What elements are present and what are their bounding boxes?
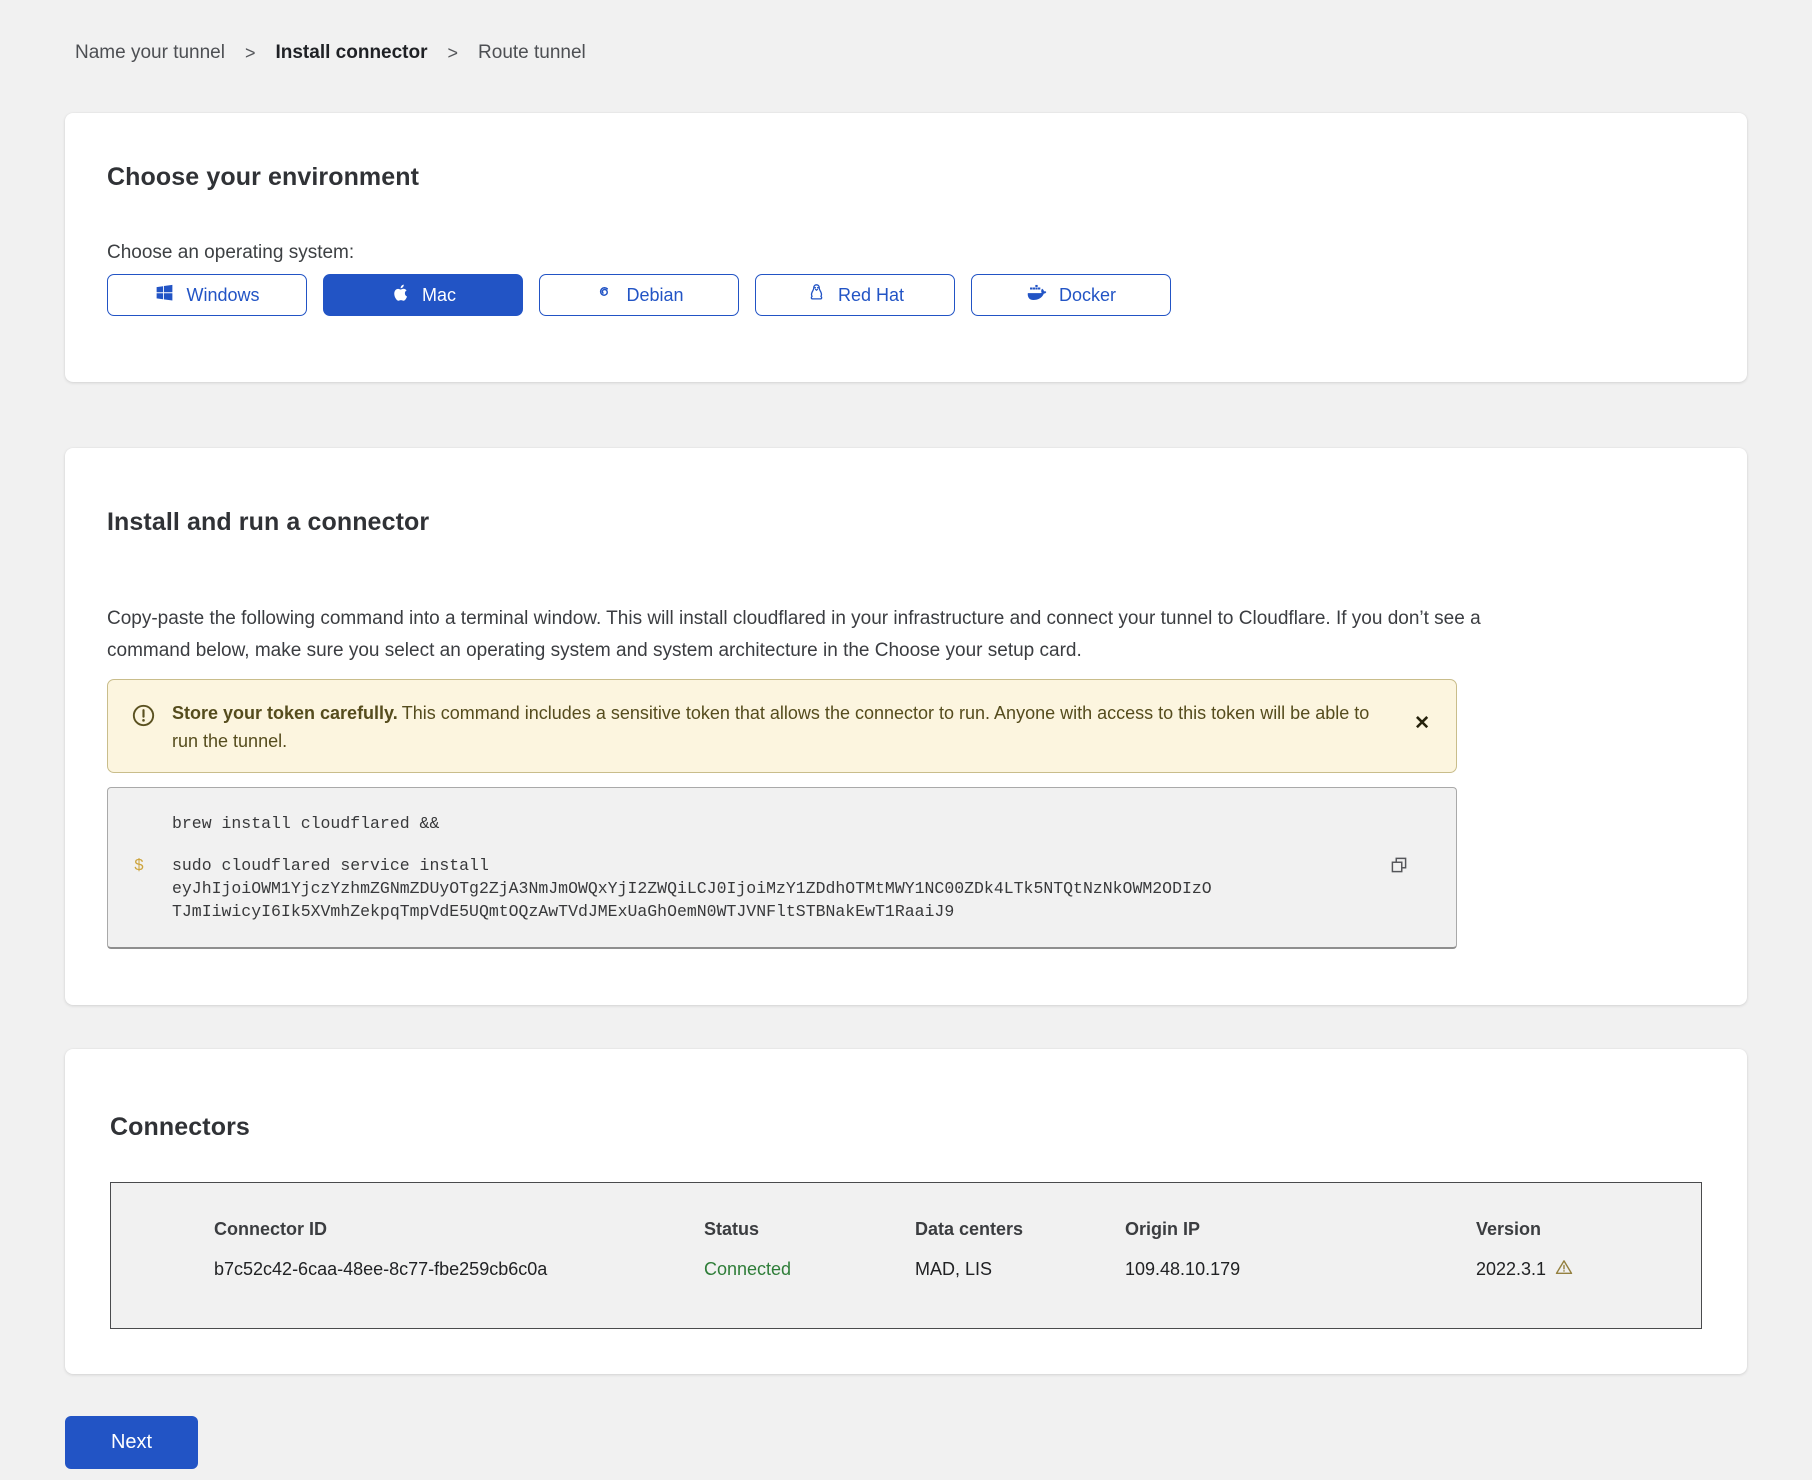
- token-warning-banner: Store your token carefully.This command …: [107, 679, 1457, 773]
- connectors-table-header: Connector ID Status Data centers Origin …: [111, 1183, 1701, 1240]
- origin-ip-value: 109.48.10.179: [1125, 1259, 1476, 1280]
- redhat-penguin-icon: [806, 282, 827, 308]
- version-value: 2022.3.1: [1476, 1257, 1701, 1282]
- data-centers-value: MAD, LIS: [915, 1259, 1125, 1280]
- close-icon[interactable]: ✕: [1414, 714, 1430, 733]
- alert-circle-icon: [130, 702, 157, 737]
- os-button-label: Mac: [422, 285, 456, 306]
- breadcrumb: Name your tunnel > Install connector > R…: [75, 42, 1737, 64]
- os-select-label: Choose an operating system:: [107, 242, 1705, 264]
- next-button[interactable]: Next: [65, 1416, 198, 1469]
- os-button-label: Windows: [186, 285, 259, 306]
- os-button-label: Red Hat: [838, 285, 904, 306]
- column-header-version: Version: [1476, 1219, 1701, 1240]
- tunnel-setup-page: Name your tunnel > Install connector > R…: [0, 0, 1812, 1469]
- command-group: $ sudo cloudflared service install eyJhI…: [172, 854, 1366, 923]
- table-row: b7c52c42-6caa-48ee-8c77-fbe259cb6c0a Con…: [111, 1240, 1701, 1328]
- breadcrumb-step-name-your-tunnel[interactable]: Name your tunnel: [75, 42, 225, 64]
- os-button-redhat[interactable]: Red Hat: [755, 274, 955, 316]
- shell-prompt: $: [134, 854, 144, 877]
- apple-icon: [390, 282, 411, 308]
- install-command-block: brew install cloudflared && $ sudo cloud…: [107, 787, 1457, 949]
- os-button-label: Debian: [626, 285, 683, 306]
- command-line-brew: brew install cloudflared &&: [172, 812, 1366, 835]
- connectors-card-title: Connectors: [110, 1113, 1702, 1142]
- install-description: Copy-paste the following command into a …: [107, 603, 1507, 667]
- connectors-card: Connectors Connector ID Status Data cent…: [65, 1049, 1747, 1374]
- breadcrumb-separator: >: [245, 43, 256, 64]
- breadcrumb-step-route-tunnel[interactable]: Route tunnel: [478, 42, 586, 64]
- choose-environment-card: Choose your environment Choose an operat…: [65, 113, 1747, 382]
- install-card-title: Install and run a connector: [107, 508, 1705, 537]
- connector-id-value: b7c52c42-6caa-48ee-8c77-fbe259cb6c0a: [214, 1259, 704, 1280]
- breadcrumb-separator: >: [448, 43, 459, 64]
- column-header-origin-ip: Origin IP: [1125, 1219, 1476, 1240]
- token-line-1: eyJhIjoiOWM1YjczYzhmZGNmZDUyOTg2ZjA3NmJm…: [172, 877, 1366, 900]
- debian-icon: [594, 282, 615, 308]
- version-number: 2022.3.1: [1476, 1259, 1546, 1280]
- os-button-windows[interactable]: Windows: [107, 274, 307, 316]
- docker-whale-icon: [1026, 282, 1048, 309]
- command-line-sudo: sudo cloudflared service install: [172, 854, 1366, 877]
- token-line-2: TJmIiwicyI6Ik5XVmhZekpqTmpVdE5UQmtOQzAwT…: [172, 900, 1366, 923]
- column-header-status: Status: [704, 1219, 915, 1240]
- copy-icon[interactable]: [1384, 850, 1414, 883]
- os-button-mac[interactable]: Mac: [323, 274, 523, 316]
- os-button-debian[interactable]: Debian: [539, 274, 739, 316]
- install-connector-card: Install and run a connector Copy-paste t…: [65, 448, 1747, 1005]
- windows-icon: [154, 282, 175, 308]
- warning-title: Store your token carefully.: [172, 703, 398, 723]
- os-button-label: Docker: [1059, 285, 1116, 306]
- breadcrumb-step-install-connector[interactable]: Install connector: [275, 42, 427, 64]
- os-button-row: Windows Mac Debian Red Hat Docker: [107, 274, 1705, 316]
- environment-card-title: Choose your environment: [107, 163, 1705, 192]
- column-header-data-centers: Data centers: [915, 1219, 1125, 1240]
- os-button-docker[interactable]: Docker: [971, 274, 1171, 316]
- column-header-connector-id: Connector ID: [214, 1219, 704, 1240]
- warning-triangle-icon[interactable]: [1554, 1257, 1574, 1282]
- connectors-table: Connector ID Status Data centers Origin …: [110, 1182, 1702, 1329]
- status-badge: Connected: [704, 1259, 915, 1280]
